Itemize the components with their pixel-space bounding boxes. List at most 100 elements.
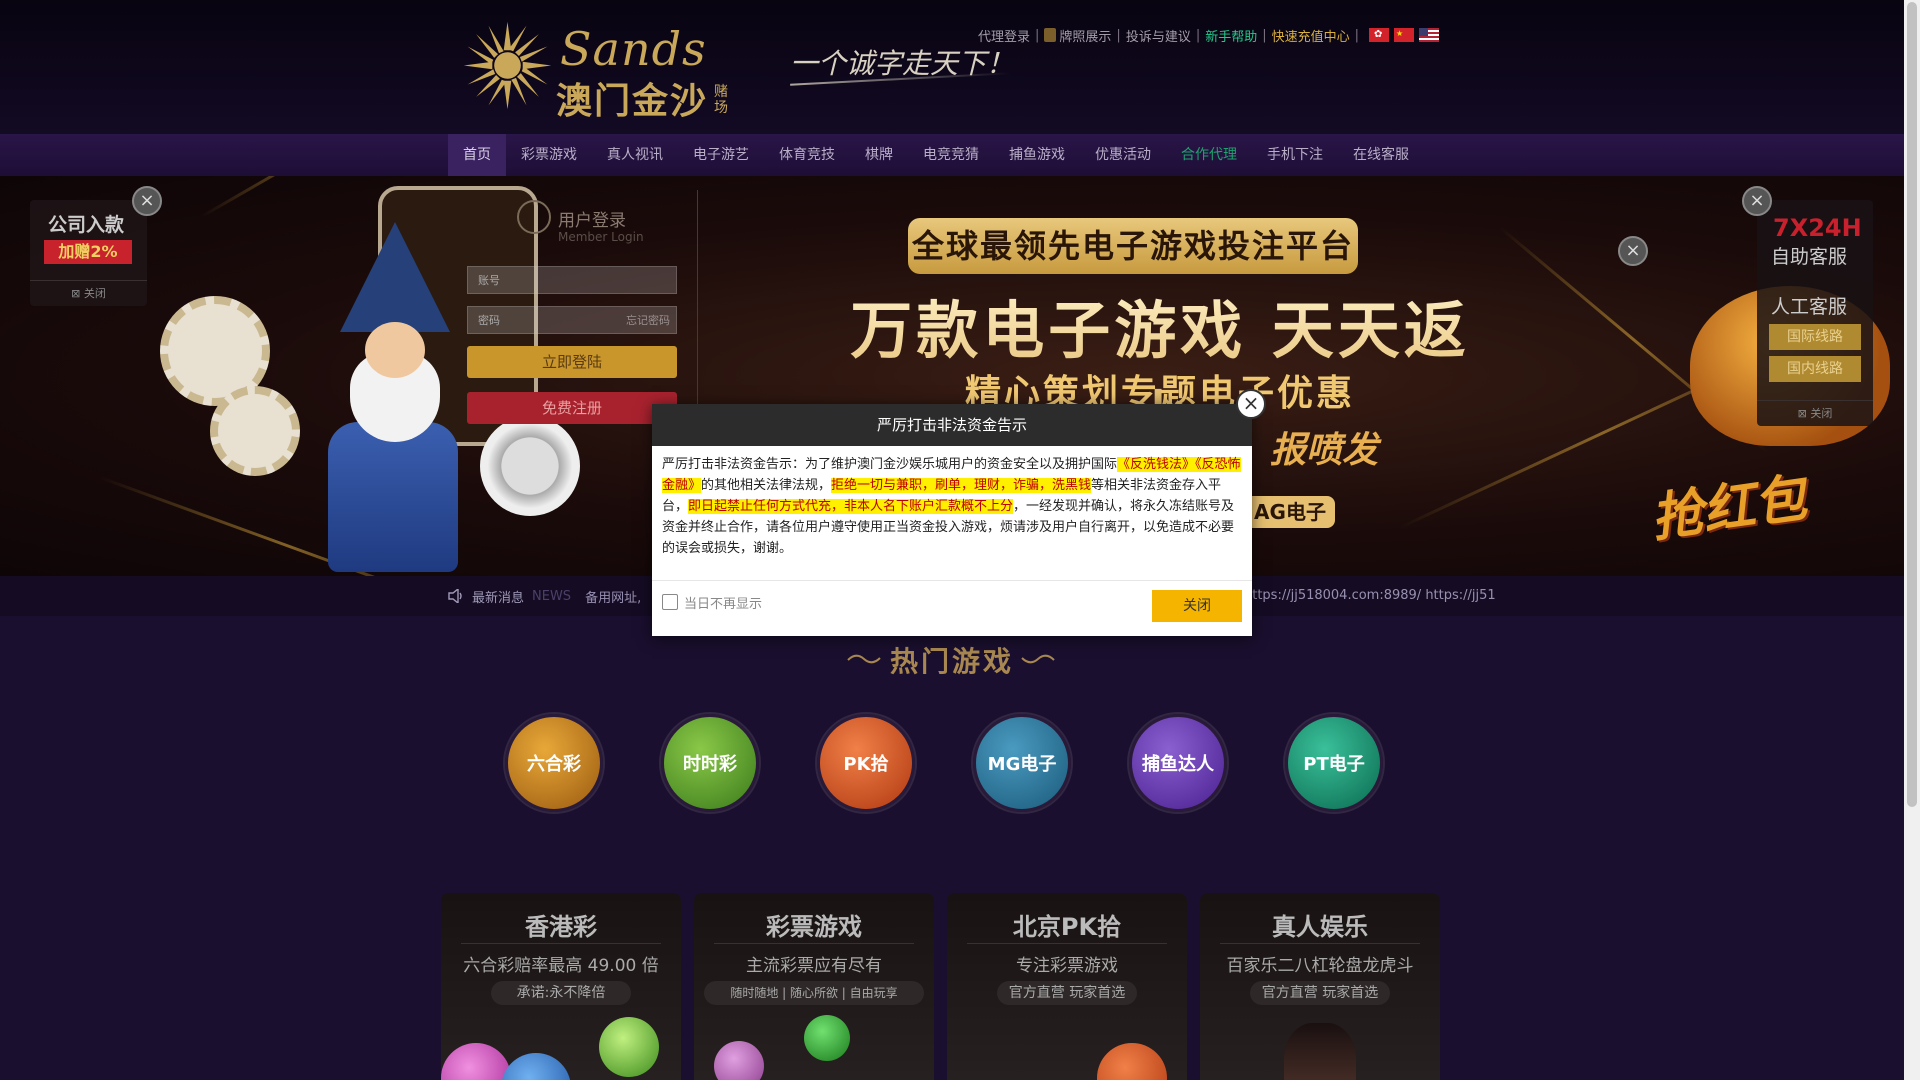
recharge-center-link[interactable]: 快速充值中心 <box>1272 26 1350 45</box>
ornament-icon <box>847 654 881 664</box>
red-packet-text: 抢红包 <box>1647 468 1811 550</box>
newbie-help-link[interactable]: 新手帮助 <box>1205 26 1257 45</box>
nav-item-promotions[interactable]: 优惠活动 <box>1080 134 1166 176</box>
nav-item-fishing[interactable]: 捕鱼游戏 <box>994 134 1080 176</box>
forgot-password-link[interactable]: 忘记密码 <box>626 307 670 335</box>
divider: | <box>1262 27 1267 43</box>
human-service-label: 人工客服 <box>1771 296 1848 318</box>
modal-close-button[interactable]: 关闭 <box>1152 590 1242 622</box>
game-pk10[interactable]: PK拾 <box>817 714 915 812</box>
password-input[interactable]: 密码 忘记密码 <box>467 306 677 334</box>
divider: | <box>1354 27 1360 43</box>
speaker-icon <box>448 589 462 603</box>
scrollbar-thumb[interactable] <box>1907 2 1917 807</box>
account-input[interactable]: 账号 <box>467 266 677 294</box>
dont-show-today-label[interactable]: 当日不再显示 <box>684 593 762 612</box>
card-tag: 承诺:永不降倍 <box>491 981 631 1005</box>
float-close-link[interactable]: ⊠ 关闭 <box>30 280 147 306</box>
logo-brand-text: Sands <box>560 22 707 76</box>
flag-us-icon[interactable] <box>1419 28 1440 42</box>
nav-item-cards[interactable]: 棋牌 <box>850 134 908 176</box>
card-tag: 随时随地 | 随心所欲 | 自由玩享 <box>704 981 924 1005</box>
close-icon[interactable]: × <box>1618 236 1648 266</box>
modal-title: 严厉打击非法资金告示 <box>652 404 1252 446</box>
pk10-badge-icon <box>1097 1043 1167 1080</box>
card-title: 香港彩 <box>525 913 597 941</box>
news-label: 最新消息 <box>472 590 525 606</box>
login-button[interactable]: 立即登陆 <box>467 346 677 378</box>
game-mg[interactable]: MG电子 <box>973 714 1071 812</box>
nav-item-esports[interactable]: 电竞竞猜 <box>908 134 994 176</box>
nav-item-sports[interactable]: 体育竞技 <box>764 134 850 176</box>
chip-icon <box>210 386 300 476</box>
domestic-line-button[interactable]: 国内线路 <box>1769 356 1861 382</box>
game-pt[interactable]: PT电子 <box>1285 714 1383 812</box>
notice-highlight: 拒绝一切与兼职，刷单，理财，诈骗，洗黑钱 <box>831 478 1092 493</box>
deposit-bonus-float[interactable]: 公司入款 加赠2% ⊠ 关闭 <box>30 200 147 306</box>
nav-item-lottery[interactable]: 彩票游戏 <box>506 134 592 176</box>
banner-headline-pill: 全球最领先电子游戏投注平台 <box>908 218 1358 274</box>
float-title: 公司入款 <box>48 214 125 236</box>
news-marquee[interactable]: 备用网址, <box>585 587 641 606</box>
close-icon[interactable]: × <box>1236 389 1266 419</box>
nav-item-live[interactable]: 真人视讯 <box>592 134 678 176</box>
logo-cn-text: 澳门金沙 <box>556 81 709 122</box>
divider: | <box>1116 27 1121 43</box>
ag-badge: AG电子 <box>1245 496 1335 528</box>
modal-body: 严厉打击非法资金告示：为了维护澳门金沙娱乐城用户的资金安全以及拥护国际《反洗钱法… <box>662 454 1242 559</box>
float-close-link[interactable]: ⊠ 关闭 <box>1757 400 1873 426</box>
notice-text: 严厉打击非法资金告示：为了维护澳门金沙娱乐城用户的资金安全以及拥护国际 <box>662 457 1118 472</box>
card-title: 彩票游戏 <box>766 913 862 941</box>
game-fishing[interactable]: 捕鱼达人 <box>1129 714 1227 812</box>
login-title: 用户登录 <box>558 211 626 231</box>
nav-item-support[interactable]: 在线客服 <box>1338 134 1424 176</box>
nav-item-egames[interactable]: 电子游艺 <box>678 134 764 176</box>
card-title: 真人娱乐 <box>1272 913 1368 941</box>
divider <box>1220 943 1420 944</box>
chip-icon <box>480 416 580 516</box>
close-icon[interactable]: × <box>132 186 162 216</box>
notice-highlight: 《反洗钱法》 <box>1117 457 1196 472</box>
lottery-ball-icon <box>714 1041 764 1080</box>
nav-item-partner[interactable]: 合作代理 <box>1166 134 1252 176</box>
lottery-ball-icon <box>599 1017 659 1077</box>
logo-suffix-text: 赌场 <box>714 84 728 116</box>
notice-modal: 严厉打击非法资金告示 严厉打击非法资金告示：为了维护澳门金沙娱乐城用户的资金安全… <box>652 404 1252 636</box>
game-ssc-lottery[interactable]: 时时彩 <box>661 714 759 812</box>
license-link[interactable]: 牌照展示 <box>1059 26 1111 45</box>
self-service-link[interactable]: 自助客服 <box>1771 242 1847 269</box>
page-scrollbar[interactable] <box>1904 0 1920 1080</box>
card-beijing-pk10[interactable]: 北京PK拾 专注彩票游戏 官方直营 玩家首选 <box>947 893 1187 1080</box>
card-subtitle: 主流彩票应有尽有 <box>746 956 882 976</box>
news-marquee-tail[interactable]: https://jj518004.com:8989/ https://jj51 <box>1244 576 1496 616</box>
close-icon[interactable]: × <box>1742 186 1772 216</box>
flag-cn-icon[interactable] <box>1394 28 1415 42</box>
divider <box>652 580 1252 581</box>
lottery-ball-icon <box>501 1053 571 1080</box>
password-placeholder: 密码 <box>478 314 500 327</box>
agent-login-link[interactable]: 代理登录 <box>978 26 1030 45</box>
login-subtitle: Member Login <box>558 230 644 244</box>
divider <box>461 943 661 944</box>
dont-show-today-checkbox[interactable] <box>662 594 678 610</box>
nav-item-home[interactable]: 首页 <box>448 134 506 176</box>
card-subtitle: 专注彩票游戏 <box>1016 956 1118 976</box>
license-icon <box>1044 28 1057 42</box>
card-title: 北京PK拾 <box>1012 913 1122 941</box>
sun-logo-icon <box>463 21 552 110</box>
card-hk-lottery[interactable]: 香港彩 六合彩赔率最高 49.00 倍 承诺:永不降倍 <box>441 893 681 1080</box>
game-mark-six[interactable]: 六合彩 <box>505 714 603 812</box>
flag-hk-icon[interactable] <box>1369 28 1390 42</box>
card-live-casino[interactable]: 真人娱乐 百家乐二八杠轮盘龙虎斗 官方直营 玩家首选 <box>1200 893 1440 1080</box>
ornament-icon <box>1021 654 1055 664</box>
site-header: Sands 澳门金沙 赌场 一个诚字走天下！ 代理登录 | 牌照展示 | 投诉与… <box>0 0 1904 134</box>
nav-item-mobile[interactable]: 手机下注 <box>1252 134 1338 176</box>
complaint-link[interactable]: 投诉与建议 <box>1126 26 1191 45</box>
intl-line-button[interactable]: 国际线路 <box>1769 324 1861 350</box>
bonus-badge: 加赠2% <box>44 240 132 264</box>
sands-logo[interactable]: Sands 澳门金沙 赌场 <box>460 18 730 122</box>
register-button[interactable]: 免费注册 <box>467 392 677 424</box>
hours-text: 7X24H <box>1773 214 1862 242</box>
notice-text: 的其他相关法律法规， <box>701 478 832 493</box>
card-lottery-games[interactable]: 彩票游戏 主流彩票应有尽有 随时随地 | 随心所欲 | 自由玩享 <box>694 893 934 1080</box>
